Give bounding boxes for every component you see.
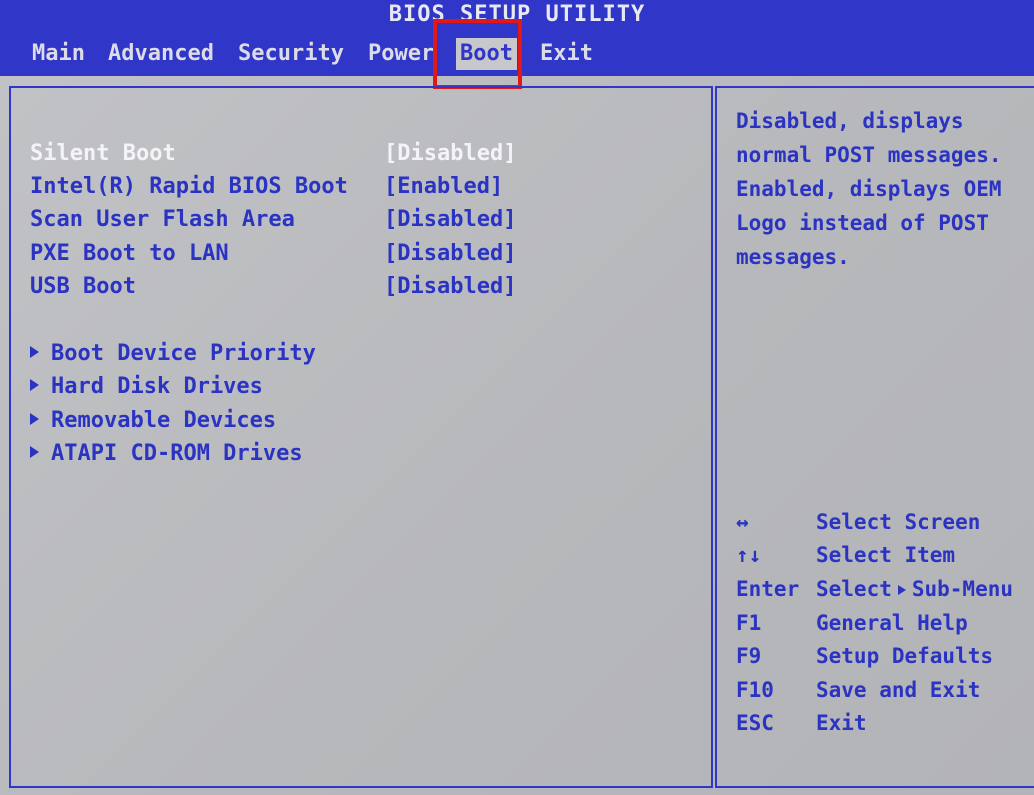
- key-desc: Save and Exit: [816, 678, 981, 702]
- key-desc: Select Item: [816, 543, 956, 567]
- submenu-label: Hard Disk Drives: [51, 374, 263, 399]
- annotation-highlight-box: [433, 19, 522, 89]
- key-name: ESC: [736, 711, 774, 735]
- submenu-label: Removable Devices: [51, 408, 277, 433]
- help-line: Logo instead of POST: [736, 211, 989, 235]
- key-name: F9: [736, 644, 762, 668]
- option-label: Intel(R) Rapid BIOS Boot: [30, 174, 348, 199]
- help-line: Enabled, displays OEM: [736, 177, 1002, 201]
- key-desc-pre: Select: [816, 577, 892, 601]
- option-label: USB Boot: [30, 274, 136, 299]
- key-desc: Select Screen: [816, 510, 981, 534]
- option-value[interactable]: [Disabled]: [384, 138, 516, 170]
- key-name: Enter: [736, 577, 800, 601]
- option-label: PXE Boot to LAN: [30, 241, 229, 266]
- submenu-hard-disk-drives[interactable]: Hard Disk Drives: [30, 371, 263, 403]
- bios-screen: BIOS SETUP UTILITY Main Advanced Securit…: [0, 0, 1034, 795]
- option-label: Silent Boot: [30, 141, 176, 166]
- triangle-right-icon: [30, 413, 39, 425]
- key-name: F1: [736, 611, 762, 635]
- help-text: Disabled, displays normal POST messages.…: [736, 104, 1028, 274]
- triangle-right-icon: [30, 379, 39, 391]
- key-name: F10: [736, 678, 774, 702]
- option-value[interactable]: [Disabled]: [384, 204, 516, 236]
- key-desc: Setup Defaults: [816, 644, 994, 668]
- tab-power[interactable]: Power: [364, 38, 438, 70]
- help-line: Disabled, displays: [736, 109, 964, 133]
- submenu-label: ATAPI CD-ROM Drives: [51, 441, 303, 466]
- triangle-right-icon: [897, 585, 906, 595]
- tab-main[interactable]: Main: [28, 38, 89, 70]
- key-desc: Sub-Menu: [911, 577, 1014, 601]
- up-down-arrow-icon: ↑↓: [736, 543, 762, 567]
- tab-exit[interactable]: Exit: [536, 38, 597, 70]
- left-right-arrow-icon: ↔: [736, 510, 749, 534]
- option-value[interactable]: [Disabled]: [384, 271, 516, 303]
- submenu-boot-device-priority[interactable]: Boot Device Priority: [30, 338, 316, 370]
- tab-advanced[interactable]: Advanced: [104, 38, 218, 70]
- submenu-atapi-cdrom[interactable]: ATAPI CD-ROM Drives: [30, 438, 303, 470]
- submenu-label: Boot Device Priority: [51, 341, 316, 366]
- option-value[interactable]: [Disabled]: [384, 238, 516, 270]
- option-value[interactable]: [Enabled]: [384, 171, 503, 203]
- triangle-right-icon: [30, 446, 39, 458]
- submenu-removable-devices[interactable]: Removable Devices: [30, 405, 276, 437]
- help-line: normal POST messages.: [736, 143, 1002, 167]
- triangle-right-icon: [30, 346, 39, 358]
- key-desc: General Help: [816, 611, 968, 635]
- key-desc-wrap: Select Sub-Menu: [816, 573, 1013, 605]
- tab-security[interactable]: Security: [234, 38, 348, 70]
- option-label: Scan User Flash Area: [30, 207, 295, 232]
- key-desc: Exit: [816, 711, 867, 735]
- help-line: messages.: [736, 245, 850, 269]
